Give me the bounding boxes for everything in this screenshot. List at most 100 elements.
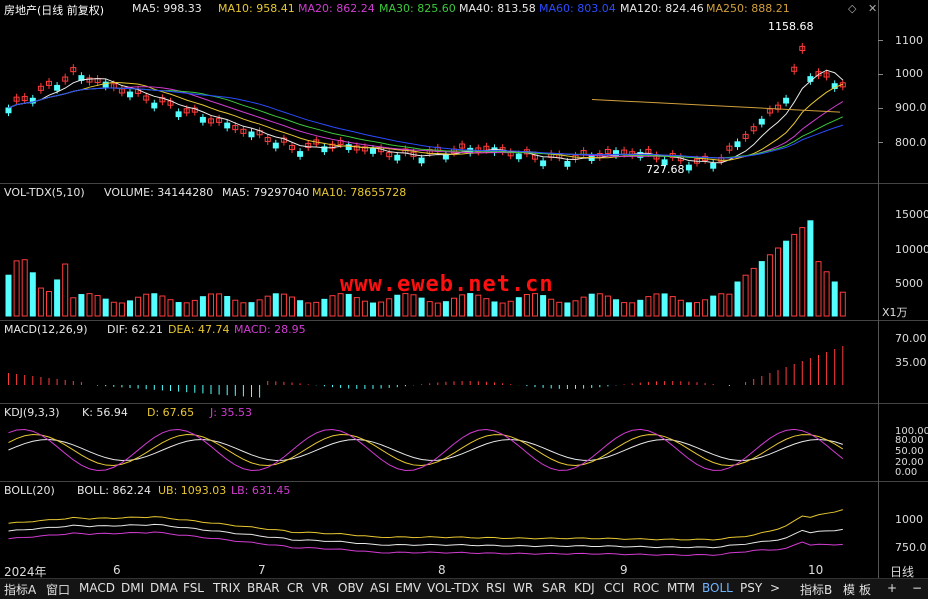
volume-bar (629, 302, 636, 317)
candle-body (710, 162, 717, 169)
tab-vr[interactable]: VR (312, 581, 329, 595)
candle-body (734, 141, 741, 148)
volume-bar (653, 293, 660, 317)
watermark: www.eweb.net.cn (340, 272, 554, 297)
volume-bar (621, 302, 628, 317)
volume-panel[interactable]: VOL-TDX(5,10) VOLUME: 34144280 MA5: 7929… (0, 184, 928, 320)
volume-bar (21, 259, 28, 317)
volume-bar (726, 293, 733, 317)
volume-bar (694, 302, 700, 317)
kdj-line (8, 434, 844, 467)
volume-bar (361, 300, 368, 317)
volume-bar (127, 300, 133, 317)
tab-cr[interactable]: CR (287, 581, 304, 595)
volume-bar (564, 302, 571, 317)
volume-bar (256, 299, 263, 317)
candle-body (564, 161, 571, 167)
x-date-9: 9 (620, 563, 628, 577)
volume-bar (248, 302, 255, 317)
candle-body (127, 91, 133, 98)
volume-bar (580, 296, 587, 317)
boll-panel[interactable]: BOLL(20) BOLL: 862.24 UB: 1093.03 LB: 63… (0, 482, 928, 562)
tab-window[interactable]: 窗口 (46, 581, 70, 598)
volume-bar (710, 295, 717, 317)
candle-body (758, 118, 765, 125)
tab-emv[interactable]: EMV (395, 581, 421, 595)
volume-bar (556, 301, 563, 317)
tab-mtm[interactable]: MTM (667, 581, 695, 595)
price-axis-tick (878, 142, 883, 143)
tab-add[interactable]: + (887, 581, 897, 595)
tab-kdj[interactable]: KDJ (574, 581, 595, 595)
volume-bar (507, 300, 514, 317)
candle-body (370, 148, 376, 154)
tab-roc[interactable]: ROC (633, 581, 659, 595)
volume-bar (37, 287, 44, 317)
volume-bar (766, 254, 773, 317)
tab-remove[interactable]: − (912, 581, 922, 595)
x-date-6: 6 (113, 563, 121, 577)
price-axis-1000: 1000 (895, 67, 923, 80)
price-axis-1100: 1100 (895, 34, 923, 47)
tab-template-2[interactable]: 板 (859, 581, 871, 598)
vol-axis-5000: 5000 (895, 277, 923, 290)
price-panel[interactable]: 房地产(日线 前复权) MA5: 998.33 MA10: 958.41 MA2… (0, 0, 928, 183)
volume-bar (799, 227, 806, 317)
price-axis-800: 800.0 (895, 136, 927, 149)
volume-bar (329, 295, 336, 317)
tab-macd[interactable]: MACD (79, 581, 115, 595)
candle-body (783, 97, 790, 104)
volume-bar (499, 302, 506, 317)
kdj-panel[interactable]: KDJ(9,3,3) K: 56.94 D: 67.65 J: 35.53 10… (0, 404, 928, 481)
volume-bar (783, 240, 790, 317)
volume-bar (394, 294, 401, 317)
macd-panel[interactable]: MACD(12,26,9) DIF: 62.21 DEA: 47.74 MACD… (0, 321, 928, 403)
boll-axis-750: 750.0 (895, 541, 927, 554)
tab-dmi[interactable]: DMI (121, 581, 144, 595)
volume-bar (483, 298, 490, 317)
tab-asi[interactable]: ASI (370, 581, 389, 595)
volume-bar (734, 281, 741, 317)
ma-line (8, 87, 843, 159)
tab-more[interactable]: > (770, 581, 780, 595)
x-date-8: 8 (438, 563, 446, 577)
tab-obv[interactable]: OBV (338, 581, 364, 595)
volume-bar (135, 296, 142, 317)
volume-bar (475, 294, 482, 317)
tab-indicator-a[interactable]: 指标A (4, 581, 36, 598)
volume-bar (815, 261, 822, 317)
tab-indicator-b[interactable]: 指标B (800, 581, 832, 598)
tab-fsl[interactable]: FSL (183, 581, 204, 595)
volume-bar (661, 293, 668, 317)
volume-bar (451, 297, 457, 317)
volume-bar (167, 299, 174, 317)
volume-bar (54, 279, 61, 317)
tab-psy[interactable]: PSY (740, 581, 762, 595)
candle-body (224, 122, 231, 129)
volume-bar (232, 299, 239, 317)
candle-body (54, 84, 61, 91)
volume-bar (742, 274, 749, 317)
volume-bar (5, 274, 12, 317)
low-price-label: 727.68 (646, 163, 685, 176)
tab-template-1[interactable]: 模 (843, 581, 855, 598)
tab-dma[interactable]: DMA (150, 581, 178, 595)
tab-boll[interactable]: BOLL (702, 581, 733, 595)
tab-sar[interactable]: SAR (542, 581, 566, 595)
volume-bar (669, 296, 676, 317)
tab-vol-tdx[interactable]: VOL-TDX (427, 581, 479, 595)
volume-bar (191, 299, 198, 317)
kdj-line (8, 428, 844, 472)
tab-brar[interactable]: BRAR (247, 581, 280, 595)
volume-bar (313, 301, 320, 317)
vol-axis-15000: 15000 (895, 208, 928, 221)
indicator-tab-bar: 指标A 窗口 MACD DMI DMA FSL TRIX BRAR CR VR … (0, 578, 928, 599)
volume-bar (791, 233, 798, 317)
tab-trix[interactable]: TRIX (213, 581, 240, 595)
tab-rsi[interactable]: RSI (486, 581, 506, 595)
candle-body (248, 131, 255, 138)
tab-cci[interactable]: CCI (604, 581, 624, 595)
tab-wr[interactable]: WR (513, 581, 533, 595)
candle-body (5, 107, 12, 114)
volume-bar (750, 267, 757, 317)
